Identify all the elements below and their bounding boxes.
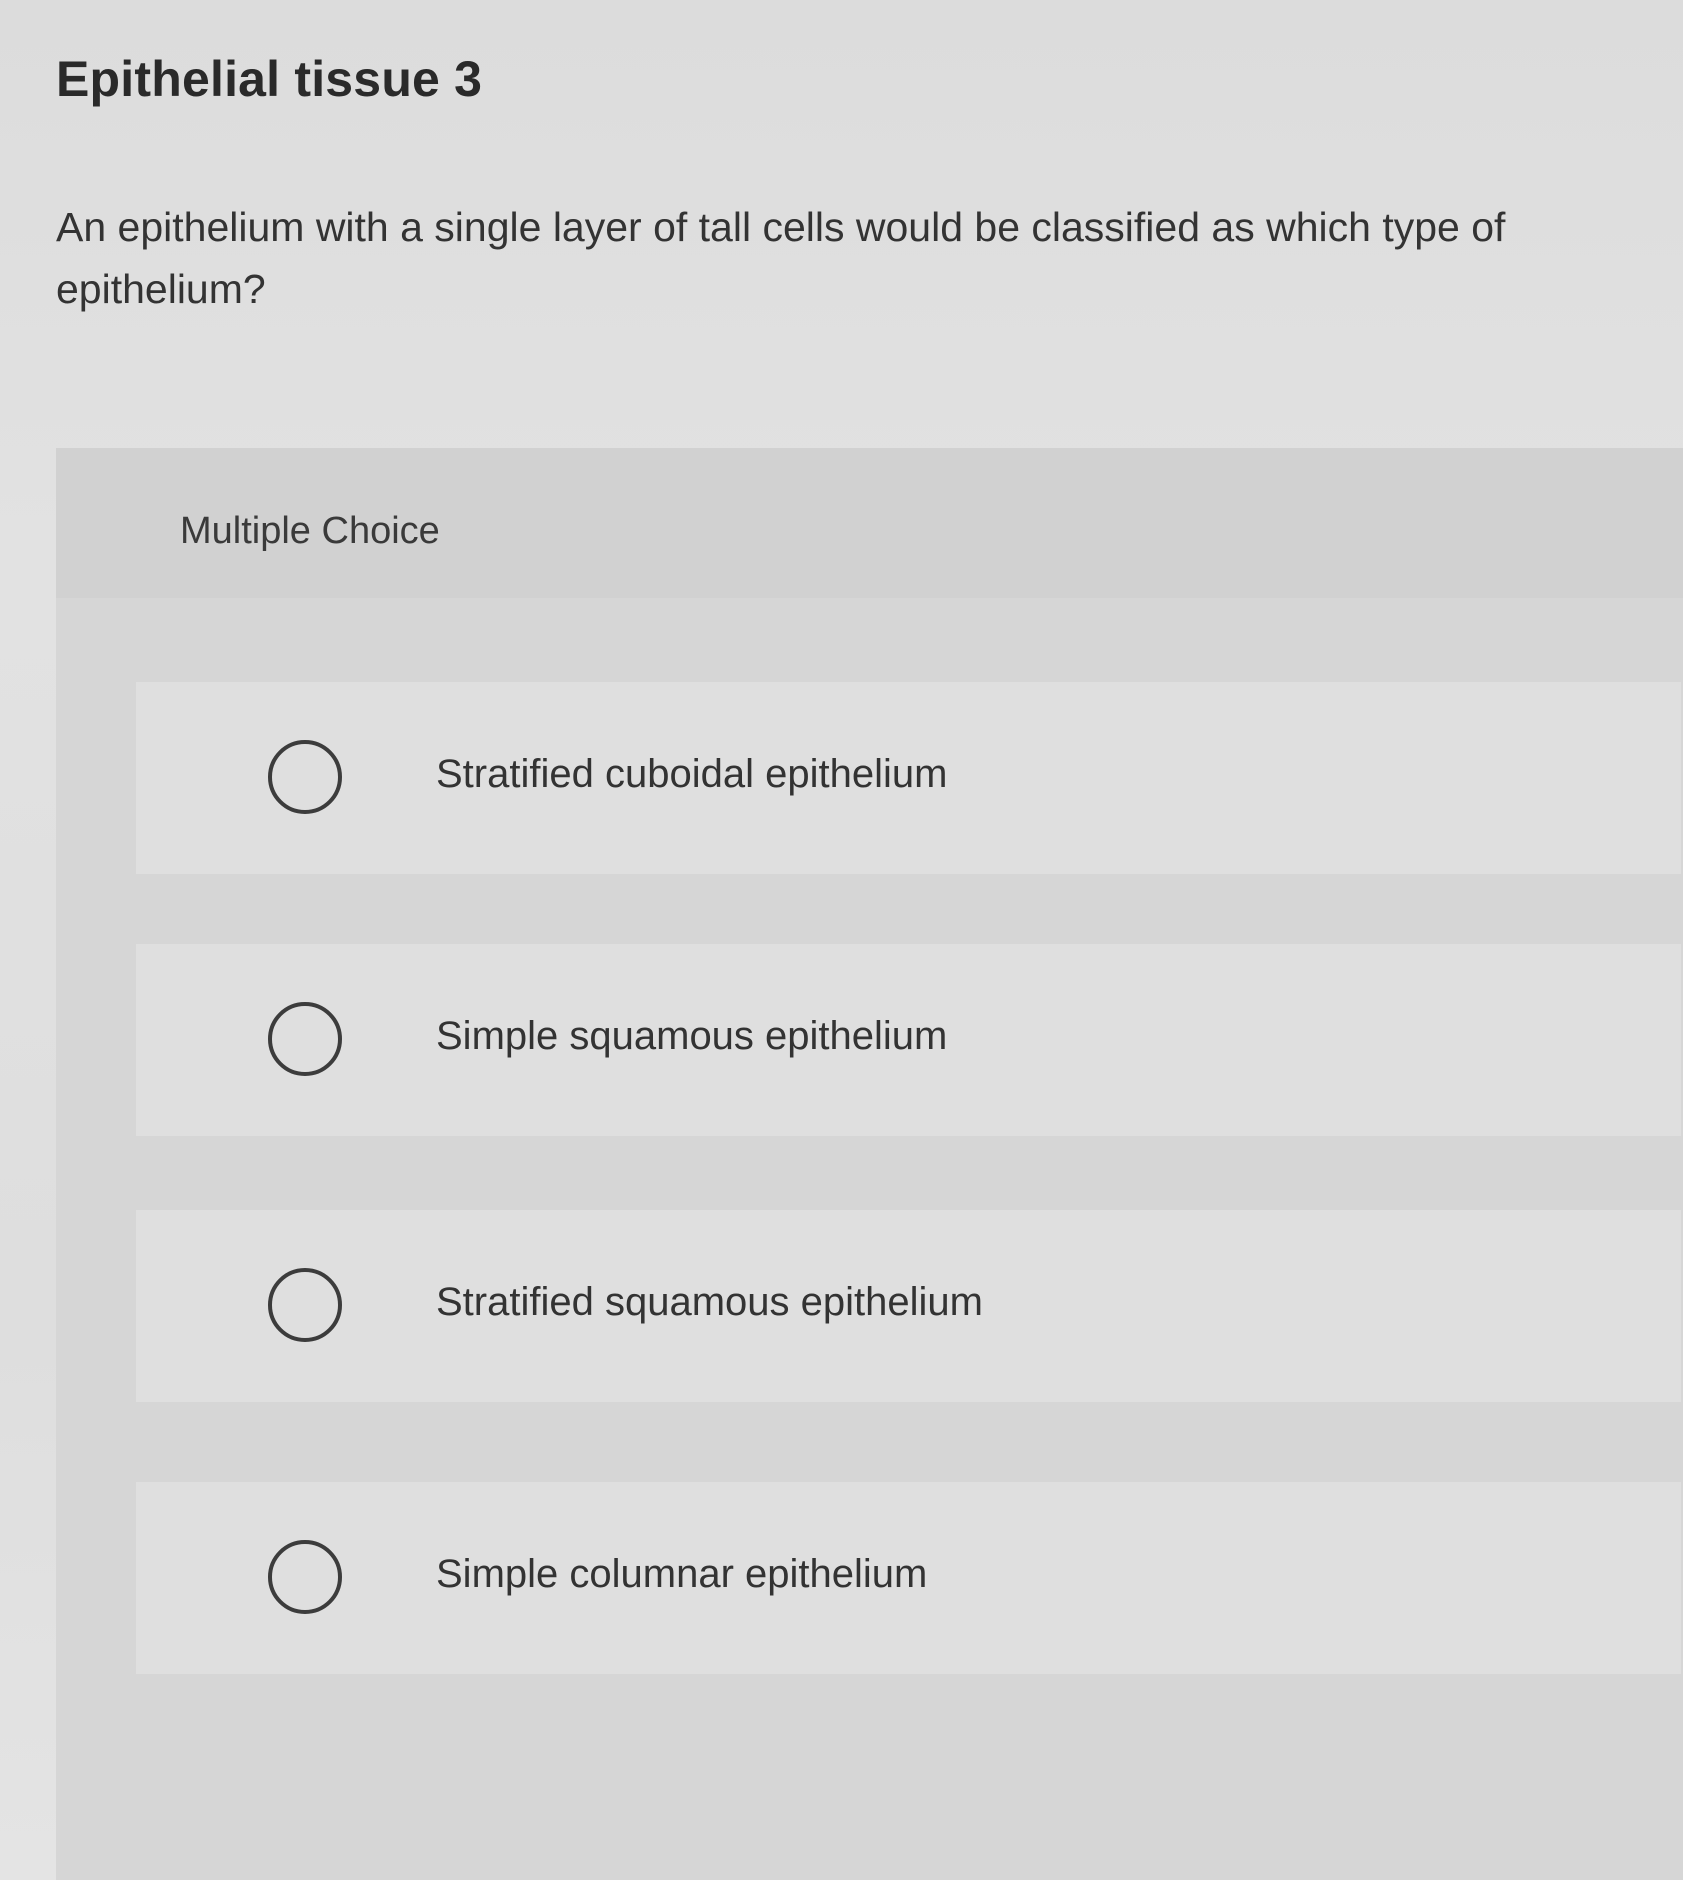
choice-option-3[interactable]: Stratified squamous epithelium (136, 1210, 1681, 1402)
choice-option-2[interactable]: Simple squamous epithelium (136, 944, 1681, 1136)
multiple-choice-panel: Multiple Choice Stratified cuboidal epit… (56, 448, 1683, 1880)
choice-option-label: Simple squamous epithelium (436, 1014, 948, 1058)
choice-option-label: Stratified squamous epithelium (436, 1280, 983, 1324)
multiple-choice-header: Multiple Choice (56, 448, 1683, 598)
page-title: Epithelial tissue 3 (56, 51, 483, 107)
multiple-choice-label: Multiple Choice (180, 510, 440, 552)
question-page: Epithelial tissue 3 An epithelium with a… (0, 0, 1683, 1880)
choice-option-label: Simple columnar epithelium (436, 1552, 928, 1596)
radio-button-icon[interactable] (268, 1268, 342, 1342)
choice-option-label: Stratified cuboidal epithelium (436, 752, 948, 796)
radio-button-icon[interactable] (268, 1002, 342, 1076)
choice-option-4[interactable]: Simple columnar epithelium (136, 1482, 1681, 1674)
radio-button-icon[interactable] (268, 1540, 342, 1614)
choice-option-1[interactable]: Stratified cuboidal epithelium (136, 682, 1681, 874)
question-text: An epithelium with a single layer of tal… (56, 204, 1506, 312)
radio-button-icon[interactable] (268, 740, 342, 814)
